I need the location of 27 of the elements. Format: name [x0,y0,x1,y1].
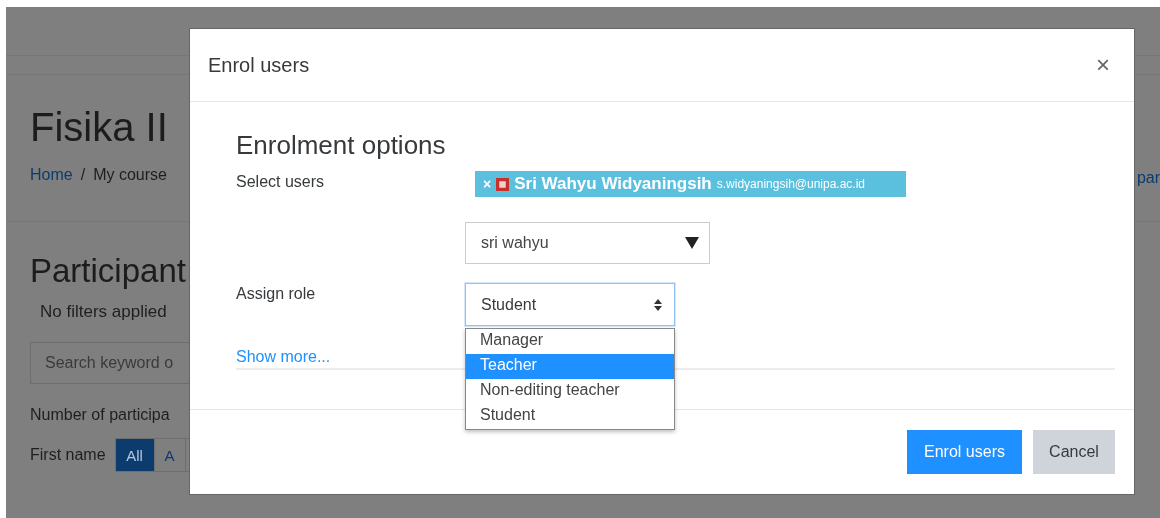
role-select[interactable]: Student [465,283,675,326]
enrol-button[interactable]: Enrol users [907,430,1022,474]
close-button[interactable]: × [1090,51,1116,79]
breadcrumb-link[interactable]: Home [30,166,73,184]
participant-count-label: Number of participa [30,406,170,424]
cancel-button[interactable]: Cancel [1033,430,1115,474]
flag-icon [496,177,510,191]
initial-filter[interactable]: All [114,438,155,472]
filter-note: No filters applied [40,302,167,322]
section-title: Participant [30,252,186,290]
participants-link[interactable]: par [1136,169,1160,187]
dialog-title: Enrol users [208,53,310,77]
user-search-field[interactable]: sri wahyu [465,222,710,264]
course-title: Fisika II [30,104,168,150]
role-option[interactable]: Student [466,404,674,429]
role-option[interactable]: Manager [466,329,674,354]
field-label: Select users [236,172,326,192]
section-heading: Enrolment options [236,130,447,161]
caret-icon [685,237,699,249]
role-option[interactable]: Teacher [466,354,674,379]
breadcrumb-item: My course [93,166,167,184]
updown-icon [654,298,662,311]
initials-label: First name [30,446,106,464]
field-label: Assign role [236,284,317,304]
breadcrumb-separator: / [80,166,86,184]
show-more-link[interactable]: Show more... [236,348,331,366]
role-option[interactable]: Non-editing teacher [466,379,674,404]
